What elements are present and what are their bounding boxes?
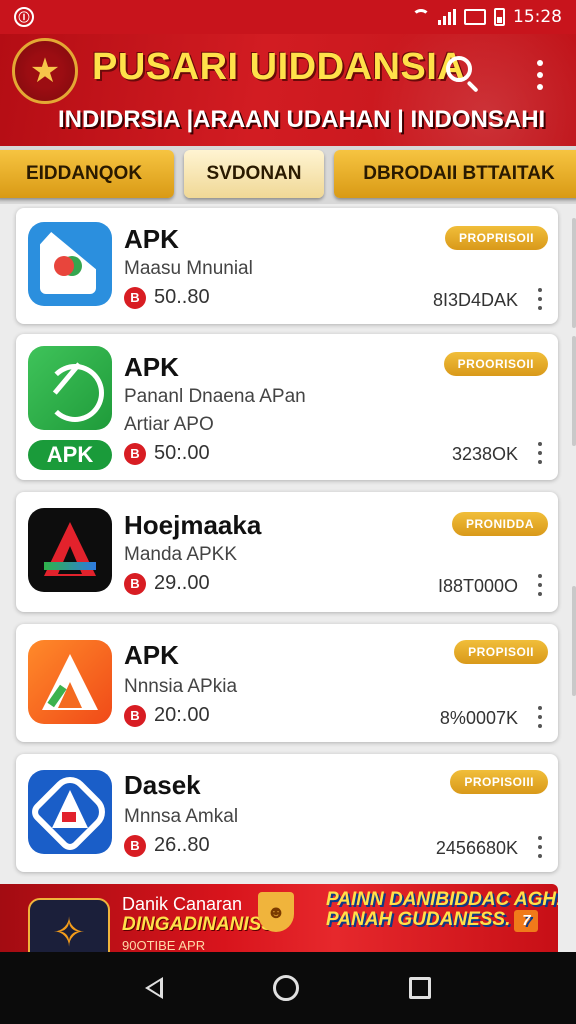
app-name: APK	[124, 224, 179, 254]
search-icon[interactable]	[444, 54, 484, 94]
app-description: Mnnsa Amkal	[124, 806, 239, 827]
app-logo-icon	[28, 770, 112, 854]
banner-line-3: 90OTIBE APR	[122, 938, 206, 952]
status-icons: 15:28	[412, 7, 562, 27]
banner-app-icon: ✧	[28, 898, 110, 952]
price: 50..80	[154, 286, 210, 308]
list-item[interactable]: APK Nnnsia APkia B 20:.00 PROPISOII 8%00…	[16, 624, 558, 742]
signal-icon	[438, 9, 456, 25]
scrollbar[interactable]	[572, 218, 576, 328]
banner-line-1: Danik Canaran	[122, 894, 243, 914]
app-description: Nnnsia APkia	[124, 676, 238, 697]
tab-dbrodaii-bttaitak[interactable]: DBRODAII BTTAITAK	[334, 150, 576, 198]
recents-icon[interactable]	[409, 977, 431, 999]
app-size: 8%0007K	[439, 708, 518, 728]
app-name: APK	[124, 352, 179, 382]
more-vert-icon[interactable]	[536, 706, 544, 728]
app-list[interactable]: APK Maasu Mnunial B 50..80 PROPRISOII 8I…	[0, 206, 576, 952]
app-name: Dasek	[124, 770, 201, 800]
notification-icon: Ⓘ	[14, 7, 34, 27]
list-item[interactable]: Dasek Mnnsa Amkal B 26..80 PROPISOIII 24…	[16, 754, 558, 872]
price-icon: B	[124, 286, 146, 309]
price: 26..80	[154, 834, 210, 856]
app-logo-icon	[28, 508, 112, 592]
app-title: PUSARI UIDDANSIA	[92, 46, 466, 88]
app-size: 8I3D4DAK	[432, 290, 518, 310]
app-name: APK	[124, 640, 179, 670]
status-bar: Ⓘ 15:28	[0, 0, 576, 34]
arrow-badge-icon: 7	[514, 910, 539, 932]
status-time: 15:28	[513, 7, 562, 27]
tab-svdonan[interactable]: SVDONAN	[184, 150, 324, 198]
battery-icon	[494, 8, 505, 26]
app-description: Manda APKK	[124, 544, 238, 565]
price: 50:.00	[154, 442, 210, 464]
apk-label: APK	[28, 440, 112, 470]
star-emblem-icon: ★	[12, 38, 78, 104]
app-description: Maasu Mnunial	[124, 258, 253, 279]
banner-line-2: DINGADINANISS	[122, 914, 275, 935]
app-logo-icon	[28, 222, 112, 306]
back-icon[interactable]	[145, 977, 163, 999]
price-row: B 20:.00	[124, 704, 210, 727]
navigation-bar	[0, 952, 576, 1024]
price-row: B 50:.00	[124, 442, 210, 465]
more-vert-icon[interactable]	[536, 288, 544, 310]
banner-slogan-line-2-text: PANAH GUDANESS.	[326, 909, 511, 930]
shield-icon: ☻	[258, 892, 294, 932]
wifi-icon	[412, 9, 430, 25]
price-icon: B	[124, 442, 146, 465]
app-size: 2456680K	[435, 838, 518, 858]
app-description-2: Artiar APO	[124, 414, 214, 435]
app-logo-icon	[28, 640, 112, 724]
tab-eiddanqok[interactable]: EIDDANQOK	[0, 150, 174, 198]
promo-banner[interactable]: ✧ Danik Canaran DINGADINANISS 90OTIBE AP…	[0, 884, 558, 952]
price-icon: B	[124, 572, 146, 595]
promo-badge: PROORISOII	[443, 352, 548, 376]
banner-slogan-line-1: PAINN DANIBIDDAC AGH!	[326, 889, 558, 910]
more-vert-icon[interactable]	[536, 574, 544, 596]
price-icon: B	[124, 704, 146, 727]
scrollbar-segment	[572, 336, 576, 446]
price-row: B 50..80	[124, 286, 210, 309]
promo-badge: PRONIDDA	[451, 512, 548, 536]
home-icon[interactable]	[273, 975, 299, 1001]
promo-badge: PROPISOIII	[450, 770, 548, 794]
app-subtitle: INDIDRSIA |ARAAN UDAHAN | INDONSAHI	[58, 106, 546, 133]
more-vert-icon[interactable]	[536, 442, 544, 464]
tab-bar: EIDDANQOK SVDONAN DBRODAII BTTAITAK	[0, 146, 576, 204]
app-size: 3238OK	[451, 444, 518, 464]
sim-card-icon	[464, 9, 486, 25]
price-icon: B	[124, 834, 146, 857]
app-description: Pananl Dnaena APan	[124, 386, 306, 407]
app-header: ★ PUSARI UIDDANSIA INDIDRSIA |ARAAN UDAH…	[0, 34, 576, 146]
more-vert-icon[interactable]	[526, 56, 554, 94]
app-logo-icon	[28, 346, 112, 430]
price: 20:.00	[154, 704, 210, 726]
list-item[interactable]: APK APK Pananl Dnaena APan Artiar APO B …	[16, 334, 558, 480]
more-vert-icon[interactable]	[536, 836, 544, 858]
scrollbar-segment	[572, 586, 576, 696]
price-row: B 26..80	[124, 834, 210, 857]
price: 29..00	[154, 572, 210, 594]
app-name: Hoejmaaka	[124, 510, 262, 540]
list-item[interactable]: Hoejmaaka Manda APKK B 29..00 PRONIDDA I…	[16, 492, 558, 612]
price-row: B 29..00	[124, 572, 210, 595]
banner-slogan: PAINN DANIBIDDAC AGH! PANAH GUDANESS. 7	[326, 890, 558, 932]
app-size: I88T000O	[437, 576, 518, 596]
banner-slogan-line-2: PANAH GUDANESS. 7	[326, 910, 558, 932]
promo-badge: PROPRISOII	[444, 226, 548, 250]
promo-badge: PROPISOII	[454, 640, 548, 664]
list-item[interactable]: APK Maasu Mnunial B 50..80 PROPRISOII 8I…	[16, 208, 558, 324]
